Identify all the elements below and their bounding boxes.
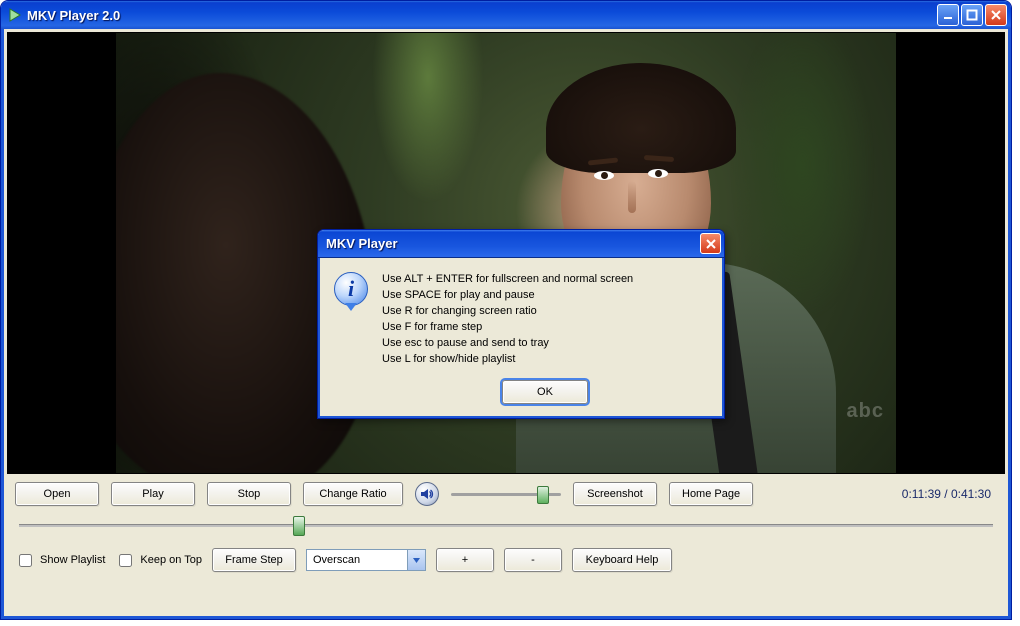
keyboard-help-button[interactable]: Keyboard Help bbox=[572, 548, 672, 572]
time-total: 0:41:30 bbox=[951, 487, 991, 501]
close-button[interactable] bbox=[985, 4, 1007, 26]
overscan-value: Overscan bbox=[307, 554, 407, 566]
keep-on-top-checkbox[interactable]: Keep on Top bbox=[115, 551, 202, 570]
dialog-title: MKV Player bbox=[326, 236, 698, 251]
maximize-button[interactable] bbox=[961, 4, 983, 26]
stop-button[interactable]: Stop bbox=[207, 482, 291, 506]
overscan-combo[interactable]: Overscan bbox=[306, 549, 426, 571]
zoom-out-button[interactable]: - bbox=[504, 548, 562, 572]
dialog-close-button[interactable] bbox=[700, 233, 721, 254]
play-button[interactable]: Play bbox=[111, 482, 195, 506]
chevron-down-icon bbox=[407, 550, 425, 570]
volume-slider[interactable] bbox=[451, 484, 561, 504]
open-button[interactable]: Open bbox=[15, 482, 99, 506]
frame-step-button[interactable]: Frame Step bbox=[212, 548, 296, 572]
main-window: MKV Player 2.0 abc bbox=[0, 0, 1012, 620]
time-current: 0:11:39 bbox=[902, 487, 941, 501]
home-page-button[interactable]: Home Page bbox=[669, 482, 753, 506]
broadcast-watermark: abc bbox=[847, 400, 884, 423]
info-icon: i bbox=[334, 272, 368, 306]
screenshot-button[interactable]: Screenshot bbox=[573, 482, 657, 506]
seek-slider[interactable] bbox=[19, 514, 993, 536]
time-display: 0:11:39 / 0:41:30 bbox=[902, 487, 997, 501]
dialog-titlebar[interactable]: MKV Player bbox=[318, 230, 724, 258]
speaker-icon[interactable] bbox=[415, 482, 439, 506]
titlebar[interactable]: MKV Player 2.0 bbox=[1, 1, 1011, 29]
zoom-in-button[interactable]: + bbox=[436, 548, 494, 572]
change-ratio-button[interactable]: Change Ratio bbox=[303, 482, 403, 506]
keyboard-help-dialog: MKV Player i Use ALT + ENTER for fullscr… bbox=[317, 229, 725, 419]
show-playlist-checkbox[interactable]: Show Playlist bbox=[15, 551, 105, 570]
window-title: MKV Player 2.0 bbox=[27, 8, 120, 23]
minimize-button[interactable] bbox=[937, 4, 959, 26]
dialog-ok-button[interactable]: OK bbox=[502, 380, 588, 404]
dialog-text: Use ALT + ENTER for fullscreen and norma… bbox=[382, 272, 708, 368]
app-icon bbox=[7, 7, 23, 23]
